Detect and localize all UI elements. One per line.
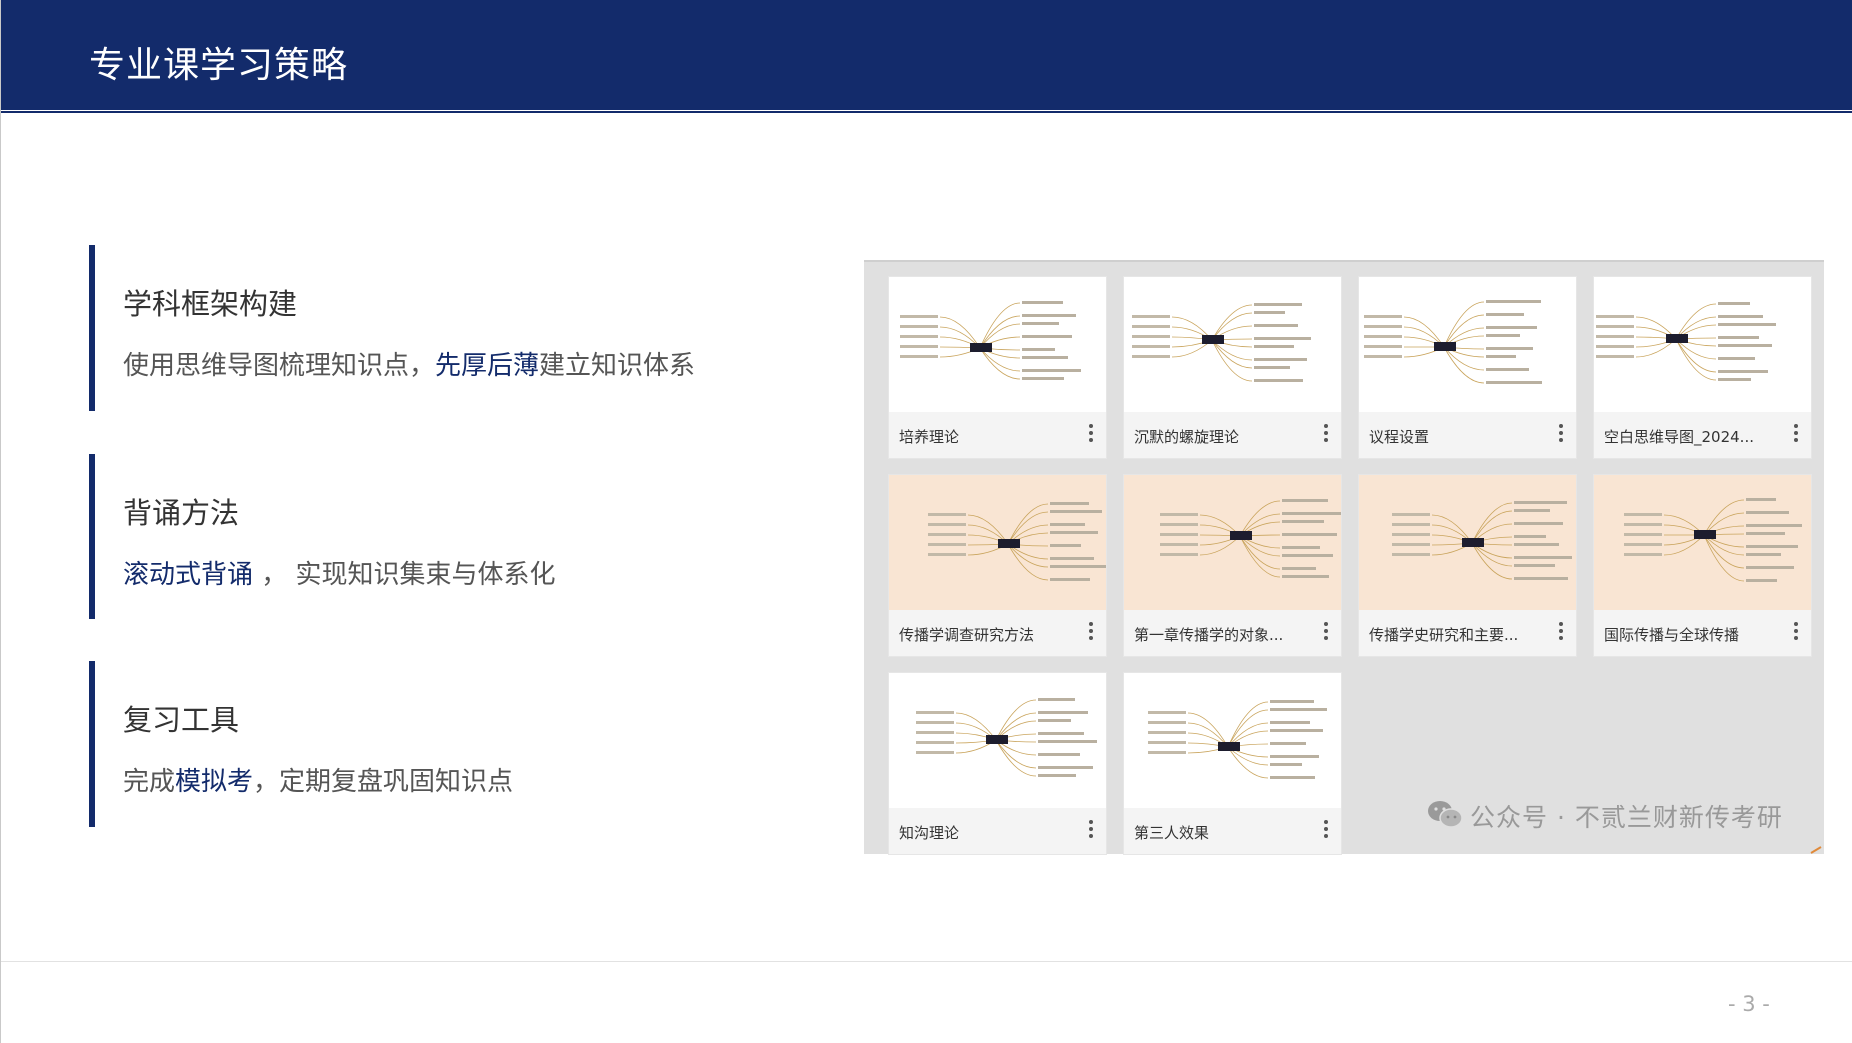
- footer-divider: [1, 961, 1852, 962]
- mindmap-thumbnail: [889, 277, 1106, 412]
- card-title: 空白思维导图_2024...: [1604, 428, 1754, 446]
- mindmap-sketch: [1160, 499, 1341, 578]
- mindmap-thumbnail: [1594, 475, 1811, 610]
- more-options-icon[interactable]: [1088, 820, 1094, 842]
- more-options-icon[interactable]: [1323, 424, 1329, 446]
- mindmap-thumbnail: [1594, 277, 1811, 412]
- more-options-icon[interactable]: [1793, 622, 1799, 644]
- mindmap-thumbnail: [1359, 475, 1576, 610]
- header-bar: 专业课学习策略: [1, 0, 1852, 110]
- mindmap-thumbnail: [1124, 277, 1341, 412]
- card-caption: 培养理论: [889, 412, 1106, 458]
- desc-highlight: 模拟考: [175, 767, 254, 797]
- desc-text: 完成: [123, 767, 176, 797]
- mindmap-sketch: [900, 301, 1081, 380]
- mindmap-thumbnail: [1124, 475, 1341, 610]
- card-caption: 沉默的螺旋理论: [1124, 412, 1341, 458]
- more-options-icon[interactable]: [1558, 622, 1564, 644]
- mindmap-thumbnail: [889, 475, 1106, 610]
- mindmap-sketch: [916, 698, 1097, 777]
- card-title: 第一章传播学的对象...: [1134, 626, 1284, 644]
- mindmap-thumbnail: [1124, 673, 1341, 808]
- card-caption: 空白思维导图_2024...: [1594, 412, 1811, 458]
- desc-highlight: 先厚后薄: [435, 351, 540, 381]
- mindmap-card[interactable]: 议程设置: [1358, 276, 1577, 459]
- mindmap-card[interactable]: 沉默的螺旋理论: [1123, 276, 1342, 459]
- mindmap-gallery-screenshot: 培养理论 沉默的螺旋理论 议程设置 空白思维导图_2024... 传播学调查研究方法 第一…: [864, 260, 1824, 855]
- section-accent-bar: [89, 245, 95, 411]
- more-options-icon[interactable]: [1323, 622, 1329, 644]
- slide: 专业课学习策略 学科框架构建 使用思维导图梳理知识点，先厚后薄建立知识体系 背诵…: [0, 0, 1852, 1043]
- card-title: 第三人效果: [1134, 824, 1210, 842]
- card-caption: 知沟理论: [889, 808, 1106, 854]
- card-title: 沉默的螺旋理论: [1134, 428, 1240, 446]
- section-accent-bar: [89, 454, 95, 619]
- desc-text: ，定期复盘巩固知识点: [253, 767, 514, 797]
- mindmap-card[interactable]: 传播学史研究和主要...: [1358, 474, 1577, 657]
- card-caption: 议程设置: [1359, 412, 1576, 458]
- section-framework: 学科框架构建 使用思维导图梳理知识点，先厚后薄建立知识体系: [89, 245, 789, 411]
- card-caption: 传播学调查研究方法: [889, 610, 1106, 656]
- section-heading: 背诵方法: [123, 496, 240, 530]
- mindmap-sketch: [1596, 302, 1776, 381]
- mindmap-card[interactable]: 传播学调查研究方法: [888, 474, 1107, 657]
- card-caption: 第一章传播学的对象...: [1124, 610, 1341, 656]
- card-title: 议程设置: [1369, 428, 1430, 446]
- section-description: 完成模拟考，定期复盘巩固知识点: [123, 761, 513, 798]
- mindmap-sketch: [1364, 300, 1542, 384]
- mindmap-sketch: [1132, 303, 1311, 382]
- section-heading: 学科框架构建: [123, 287, 298, 321]
- desc-text: 建立知识体系: [539, 351, 696, 381]
- wechat-icon: [1428, 801, 1463, 828]
- section-accent-bar: [89, 661, 95, 827]
- mindmap-card[interactable]: 培养理论: [888, 276, 1107, 459]
- mindmap-card[interactable]: 第三人效果: [1123, 672, 1342, 855]
- more-options-icon[interactable]: [1793, 424, 1799, 446]
- card-caption: 第三人效果: [1124, 808, 1341, 854]
- corner-mark-icon: [1810, 846, 1822, 854]
- desc-text: ， 实现知识集束与体系化: [253, 560, 556, 590]
- card-title: 国际传播与全球传播: [1604, 626, 1740, 644]
- card-caption: 传播学史研究和主要...: [1359, 610, 1576, 656]
- mindmap-sketch: [1392, 501, 1572, 580]
- section-review-tools: 复习工具 完成模拟考，定期复盘巩固知识点: [89, 661, 789, 827]
- card-title: 培养理论: [899, 428, 960, 446]
- mindmap-sketch: [928, 502, 1106, 581]
- mindmap-thumbnail: [889, 673, 1106, 808]
- mindmap-sketch: [1148, 700, 1327, 779]
- card-title: 传播学调查研究方法: [899, 626, 1035, 644]
- mindmap-card[interactable]: 空白思维导图_2024...: [1593, 276, 1812, 459]
- header-underline: [1, 110, 1852, 113]
- page-number: - 3 -: [1728, 992, 1770, 1016]
- section-description: 滚动式背诵 ， 实现知识集束与体系化: [123, 554, 556, 591]
- card-caption: 国际传播与全球传播: [1594, 610, 1811, 656]
- watermark: 公众号 · 不贰兰财新传考研: [1470, 803, 1783, 832]
- mindmap-card[interactable]: 知沟理论: [888, 672, 1107, 855]
- more-options-icon[interactable]: [1088, 622, 1094, 644]
- section-heading: 复习工具: [123, 703, 240, 737]
- card-title: 知沟理论: [899, 824, 960, 842]
- more-options-icon[interactable]: [1558, 424, 1564, 446]
- desc-highlight: 滚动式背诵: [123, 560, 254, 590]
- more-options-icon[interactable]: [1323, 820, 1329, 842]
- mindmap-thumbnail: [1359, 277, 1576, 412]
- page-title: 专业课学习策略: [89, 45, 349, 86]
- section-description: 使用思维导图梳理知识点，先厚后薄建立知识体系: [123, 345, 695, 382]
- more-options-icon[interactable]: [1088, 424, 1094, 446]
- desc-text: 使用思维导图梳理知识点，: [123, 351, 436, 381]
- mindmap-sketch: [1624, 498, 1802, 582]
- mindmap-card[interactable]: 国际传播与全球传播: [1593, 474, 1812, 657]
- card-title: 传播学史研究和主要...: [1369, 626, 1519, 644]
- section-recitation: 背诵方法 滚动式背诵 ， 实现知识集束与体系化: [89, 454, 789, 619]
- mindmap-card[interactable]: 第一章传播学的对象...: [1123, 474, 1342, 657]
